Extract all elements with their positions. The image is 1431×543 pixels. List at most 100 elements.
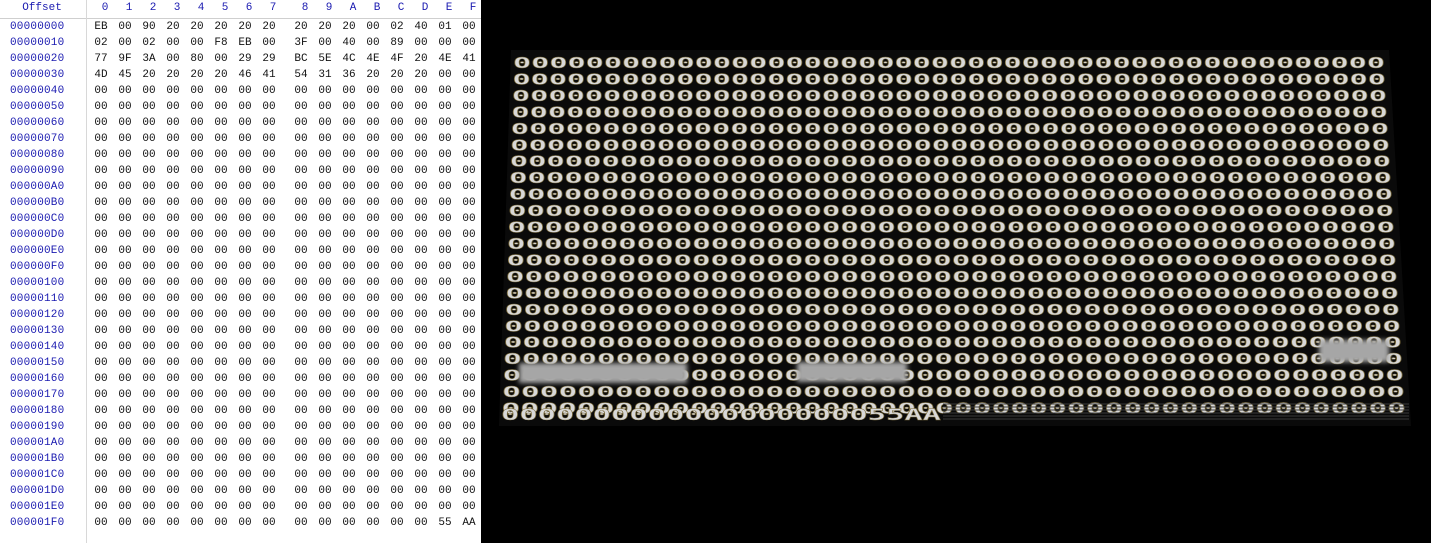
hex-byte[interactable]: 00 (292, 213, 310, 225)
hex-byte[interactable]: 00 (388, 421, 406, 433)
hex-byte[interactable]: 00 (412, 405, 430, 417)
hex-byte[interactable]: 00 (164, 261, 182, 273)
hex-byte[interactable]: 00 (436, 69, 454, 81)
hex-byte[interactable]: 00 (116, 37, 134, 49)
hex-byte[interactable]: 00 (460, 37, 478, 49)
hex-byte[interactable]: 00 (436, 421, 454, 433)
hex-byte[interactable]: 00 (340, 501, 358, 513)
hex-byte[interactable]: 00 (116, 309, 134, 321)
hex-row[interactable]: 000000B0 00 00 00 00 00 00 00 00 00 00 00 00 00 00 00 00 (0, 197, 481, 213)
hex-row[interactable]: 00000120 00 00 00 00 00 00 00 00 00 00 00 00 00 00 00 00 (0, 309, 481, 325)
hex-byte[interactable]: 00 (140, 101, 158, 113)
hex-byte[interactable]: 00 (316, 485, 334, 497)
hex-byte[interactable]: 00 (92, 85, 110, 97)
hex-byte[interactable]: 00 (412, 229, 430, 241)
hex-byte[interactable]: 00 (460, 501, 478, 513)
hex-byte[interactable]: 00 (92, 389, 110, 401)
hex-byte[interactable]: 00 (388, 165, 406, 177)
hex-byte[interactable]: 00 (164, 357, 182, 369)
hex-byte[interactable]: 00 (412, 101, 430, 113)
hex-byte[interactable]: 00 (388, 309, 406, 321)
hex-byte[interactable]: 00 (164, 421, 182, 433)
hex-byte[interactable]: 00 (188, 277, 206, 289)
hex-byte[interactable]: 20 (260, 21, 278, 33)
hex-byte[interactable]: 00 (236, 373, 254, 385)
hex-byte[interactable]: 00 (364, 21, 382, 33)
hex-byte[interactable]: 00 (412, 437, 430, 449)
hex-byte[interactable]: 00 (164, 309, 182, 321)
hex-byte[interactable]: 00 (292, 293, 310, 305)
hex-byte[interactable]: 20 (364, 69, 382, 81)
hex-byte[interactable]: 00 (236, 165, 254, 177)
hex-byte[interactable]: 00 (316, 501, 334, 513)
hex-byte[interactable]: 00 (388, 325, 406, 337)
hex-byte[interactable]: 00 (316, 229, 334, 241)
hex-byte[interactable]: 00 (140, 85, 158, 97)
hex-byte[interactable]: 00 (260, 469, 278, 481)
hex-byte[interactable]: 00 (460, 85, 478, 97)
hex-row[interactable]: 000001D0 00 00 00 00 00 00 00 00 00 00 00 00 00 00 00 00 (0, 485, 481, 501)
hex-byte[interactable]: 00 (436, 197, 454, 209)
hex-byte[interactable]: 00 (188, 37, 206, 49)
hex-byte[interactable]: 00 (260, 85, 278, 97)
hex-byte[interactable]: 00 (116, 277, 134, 289)
hex-row[interactable]: 00000110 00 00 00 00 00 00 00 00 00 00 00 00 00 00 00 00 (0, 293, 481, 309)
hex-byte[interactable]: 00 (460, 293, 478, 305)
hex-byte[interactable]: 00 (260, 405, 278, 417)
hex-byte[interactable]: 20 (164, 21, 182, 33)
hex-byte[interactable]: 00 (340, 469, 358, 481)
hex-byte[interactable]: 20 (292, 21, 310, 33)
hex-byte[interactable]: 00 (188, 101, 206, 113)
hex-byte[interactable]: 00 (236, 341, 254, 353)
hex-byte[interactable]: 00 (388, 373, 406, 385)
hex-byte[interactable]: 00 (188, 149, 206, 161)
hex-byte[interactable]: 02 (92, 37, 110, 49)
hex-byte[interactable]: 00 (316, 437, 334, 449)
hex-byte[interactable]: 00 (292, 469, 310, 481)
hex-byte[interactable]: 00 (316, 245, 334, 257)
hex-byte[interactable]: 9F (116, 53, 134, 65)
hex-byte[interactable]: 00 (140, 149, 158, 161)
hex-byte[interactable]: 00 (340, 165, 358, 177)
hex-byte[interactable]: 36 (340, 69, 358, 81)
hex-byte[interactable]: 00 (212, 469, 230, 481)
hex-byte[interactable]: 00 (388, 437, 406, 449)
hex-byte[interactable]: 00 (212, 133, 230, 145)
hex-byte[interactable]: 00 (116, 133, 134, 145)
hex-byte[interactable]: 00 (436, 341, 454, 353)
hex-byte[interactable]: 00 (460, 469, 478, 481)
hex-byte[interactable]: 00 (236, 277, 254, 289)
hex-byte[interactable]: 00 (92, 165, 110, 177)
hex-row[interactable]: 00000130 00 00 00 00 00 00 00 00 00 00 00 00 00 00 00 00 (0, 325, 481, 341)
hex-byte[interactable]: 00 (364, 277, 382, 289)
hex-byte[interactable]: 00 (412, 165, 430, 177)
hex-byte[interactable]: 00 (436, 229, 454, 241)
hex-byte[interactable]: 00 (460, 245, 478, 257)
hex-byte[interactable]: 00 (212, 405, 230, 417)
hex-byte[interactable]: 00 (236, 453, 254, 465)
hex-byte[interactable]: 00 (364, 37, 382, 49)
hex-byte[interactable]: 00 (436, 261, 454, 273)
hex-byte[interactable]: 00 (460, 485, 478, 497)
hex-byte[interactable]: 00 (316, 133, 334, 145)
hex-byte[interactable]: 00 (260, 357, 278, 369)
hex-byte[interactable]: 00 (164, 117, 182, 129)
hex-byte[interactable]: 00 (188, 293, 206, 305)
hex-byte[interactable]: 00 (212, 293, 230, 305)
hex-byte[interactable]: 00 (164, 325, 182, 337)
hex-byte[interactable]: 00 (140, 261, 158, 273)
hex-byte[interactable]: 4E (436, 53, 454, 65)
hex-byte[interactable]: 00 (292, 405, 310, 417)
hex-byte[interactable]: 00 (388, 485, 406, 497)
hex-byte[interactable]: 00 (140, 293, 158, 305)
hex-byte[interactable]: 00 (140, 453, 158, 465)
hex-byte[interactable]: 00 (436, 501, 454, 513)
hex-byte[interactable]: 00 (412, 421, 430, 433)
hex-byte[interactable]: 00 (436, 357, 454, 369)
hex-row[interactable]: 000000D0 00 00 00 00 00 00 00 00 00 00 00 00 00 00 00 00 (0, 229, 481, 245)
hex-byte[interactable]: 00 (188, 197, 206, 209)
hex-byte[interactable]: 00 (388, 117, 406, 129)
hex-byte[interactable]: 00 (116, 85, 134, 97)
hex-byte[interactable]: 00 (316, 309, 334, 321)
hex-byte[interactable]: 00 (460, 197, 478, 209)
